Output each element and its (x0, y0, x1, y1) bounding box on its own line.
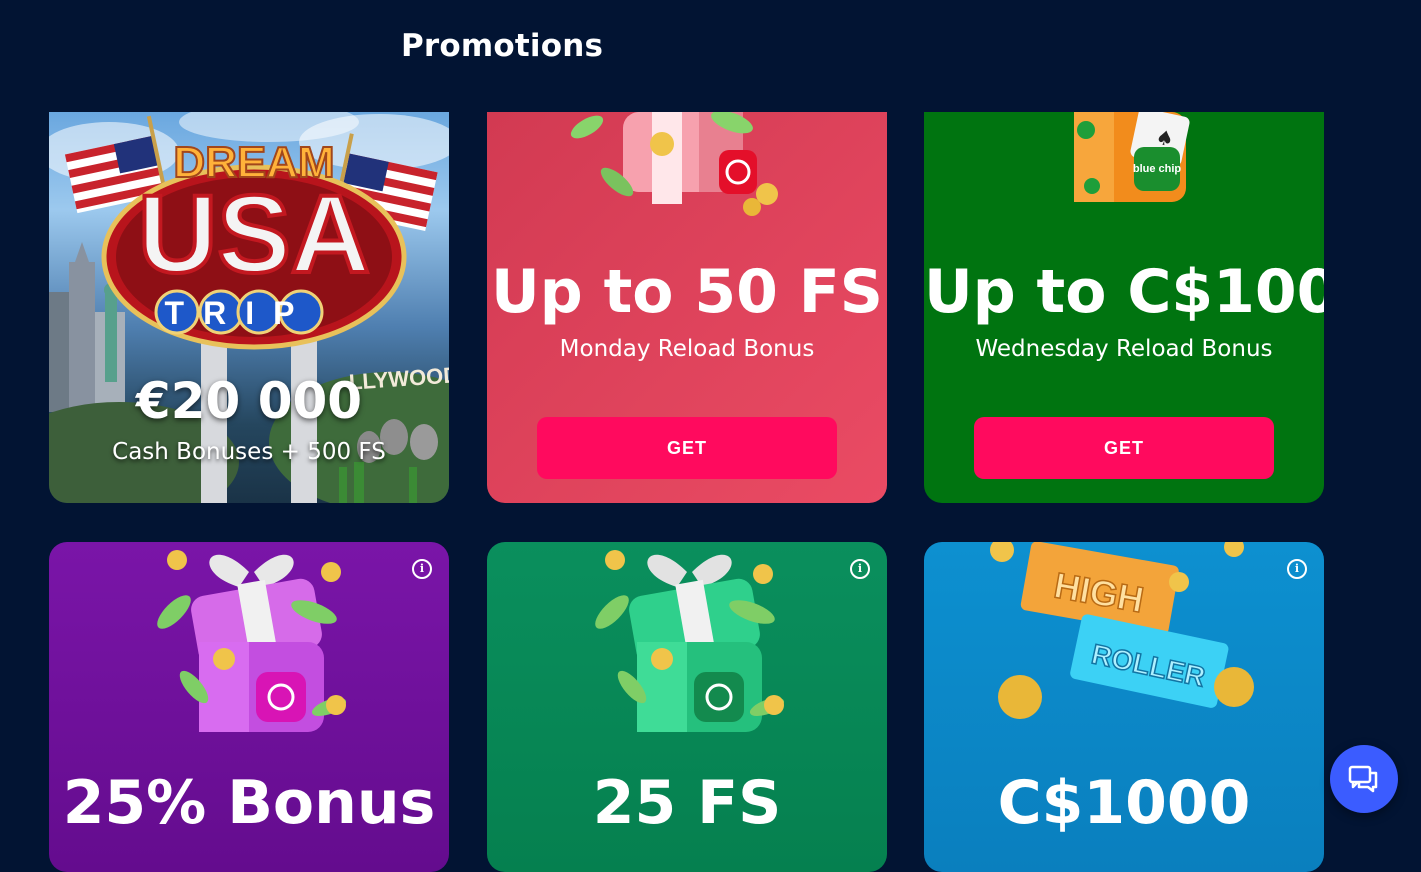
promo-card-monday-reload[interactable]: Up to 50 FS Monday Reload Bonus GET (487, 112, 887, 503)
promo-headline: C$1000 (997, 768, 1251, 838)
get-button[interactable]: GET (974, 417, 1274, 479)
promo-headline: 25% Bonus (62, 768, 436, 838)
promo-headline: Up to C$100 (924, 257, 1324, 327)
promo-headline: Up to 50 FS (491, 257, 883, 327)
promo-headline: €20 000 (135, 372, 363, 430)
promo-subtitle: Wednesday Reload Bonus (975, 336, 1273, 362)
info-icon[interactable]: i (1287, 559, 1307, 579)
promo-subtitle: Monday Reload Bonus (559, 336, 815, 362)
trip-art-text: TRIP (165, 295, 314, 331)
promo-headline: 25 FS (592, 768, 782, 838)
promo-card-25-fs[interactable]: i 25 FS (487, 542, 887, 872)
info-icon[interactable]: i (412, 559, 432, 579)
promo-subtitle: Cash Bonuses + 500 FS (112, 439, 386, 465)
promo-card-wednesday-reload[interactable]: ♠ blue chip Up to C$100 Wednesday Reload… (924, 112, 1324, 503)
info-icon[interactable]: i (850, 559, 870, 579)
chat-bubbles-icon (1348, 765, 1378, 793)
page-title: Promotions (401, 28, 604, 64)
promo-card-25-percent-bonus[interactable]: i 25% Bonus (49, 542, 449, 872)
get-button[interactable]: GET (537, 417, 837, 479)
chat-button[interactable] (1330, 745, 1398, 813)
promo-card-high-roller[interactable]: HIGH ROLLER i C$1000 (924, 542, 1324, 872)
blue-chip-logo: blue chip (1133, 163, 1182, 175)
promo-card-dream-usa[interactable]: LLYWOOD DREAM USA TRIP €20 000 Cash Bonu… (49, 112, 449, 503)
usa-art-text: USA (138, 173, 370, 296)
